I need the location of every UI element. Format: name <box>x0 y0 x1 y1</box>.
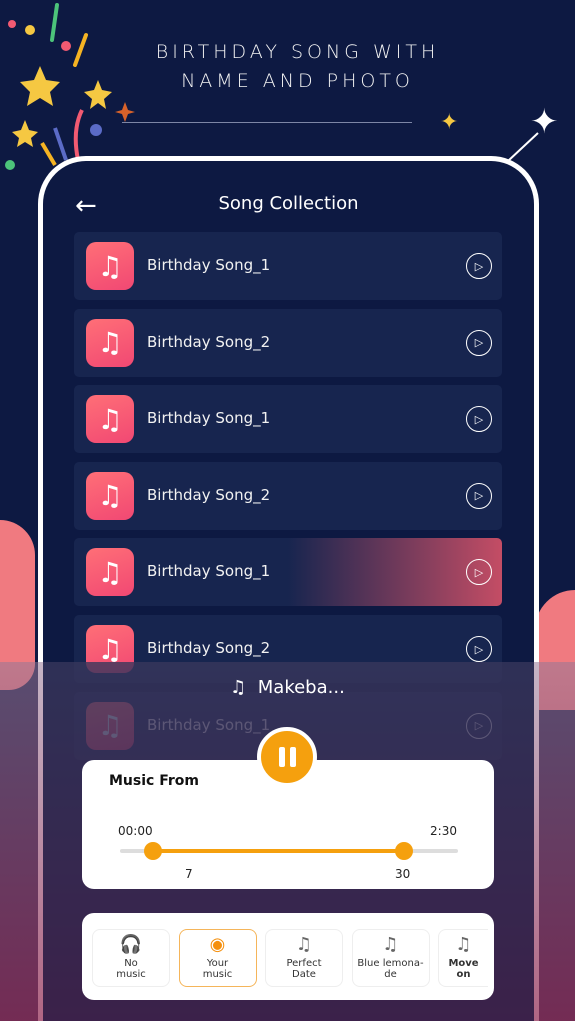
music-option[interactable]: ♫ Blue lemona-de <box>351 929 430 987</box>
page-title: Song Collection <box>218 193 359 214</box>
app-banner-title: BIRTHDAY SONG WITH NAME AND PHOTO <box>0 38 575 96</box>
song-name: Birthday Song_1 <box>147 409 271 428</box>
option-label: No <box>124 958 138 969</box>
music-from-label: Music From <box>109 773 199 789</box>
music-note-icon: ♫ <box>86 471 134 520</box>
option-label: Your <box>206 958 229 969</box>
range-fill <box>153 849 404 853</box>
play-icon[interactable]: ▷ <box>466 253 492 279</box>
song-list-item[interactable]: ♫ Birthday Song_1 ▷ <box>74 385 502 454</box>
range-end-handle[interactable] <box>394 842 413 860</box>
music-note-icon: ♫ <box>86 395 134 444</box>
divider <box>122 122 412 123</box>
option-label: on <box>456 969 471 980</box>
headphones-off-icon: 🎧 <box>119 934 143 955</box>
range-end-value: 30 <box>395 867 411 881</box>
banner-line-2: NAME AND PHOTO <box>181 70 414 92</box>
play-icon[interactable]: ▷ <box>466 329 492 356</box>
banner-line-1: BIRTHDAY SONG WITH <box>155 41 440 63</box>
music-options: 🎧 No music ◉ Your music ♫ Perfect Date ♫ Blue lemo… <box>82 913 494 1000</box>
range-start-value: 7 <box>185 867 193 881</box>
option-label: music <box>116 969 146 980</box>
music-note-icon: ♫ <box>455 934 472 955</box>
option-label: Blue lemona- <box>357 958 424 969</box>
play-icon[interactable]: ▷ <box>466 636 492 662</box>
option-label: Date <box>292 969 316 980</box>
song-name: Birthday Song_1 <box>147 256 271 274</box>
end-time: 2:30 <box>430 824 457 838</box>
song-list-item[interactable]: ♫ Birthday Song_1 ▷ <box>74 232 502 300</box>
start-time: 00:00 <box>118 824 153 838</box>
sparkle-icon: ✦ <box>440 110 459 135</box>
play-icon[interactable]: ▷ <box>466 406 492 433</box>
song-name: Birthday Song_2 <box>147 332 271 351</box>
song-list-item[interactable]: ♫ Birthday Song_2 ▷ <box>74 461 502 530</box>
music-option[interactable]: ♫ Move on <box>438 929 488 987</box>
music-option[interactable]: ♫ Perfect Date <box>265 929 343 987</box>
trim-range-slider[interactable] <box>120 842 458 860</box>
music-option[interactable]: 🎧 No music <box>92 929 170 987</box>
song-list-item[interactable]: ♫ Birthday Song_2 ▷ <box>74 308 502 377</box>
option-label: Perfect <box>286 958 322 969</box>
now-playing-title: Makeba... <box>257 677 345 698</box>
play-icon[interactable]: ▷ <box>466 559 492 586</box>
range-start-handle[interactable] <box>144 842 163 860</box>
music-note-icon: ♫ <box>230 677 247 698</box>
song-name: Birthday Song_2 <box>147 485 271 504</box>
song-name: Birthday Song_2 <box>147 639 271 657</box>
music-note-icon: ♫ <box>86 318 134 367</box>
song-name: Birthday Song_1 <box>147 562 271 581</box>
now-playing: ♫ Makeba... <box>0 677 575 698</box>
music-option[interactable]: ◉ Your music <box>178 929 257 987</box>
option-label: music <box>202 969 233 980</box>
play-icon[interactable]: ▷ <box>466 482 492 509</box>
music-note-icon: ♫ <box>382 934 399 955</box>
music-note-icon: ♫ <box>86 548 134 597</box>
option-label: de <box>384 969 397 980</box>
pause-button[interactable] <box>257 727 317 787</box>
song-list-item[interactable]: ♫ Birthday Song_1 ▷ <box>74 538 502 607</box>
music-note-icon: ♫ <box>295 934 313 955</box>
option-label: Move <box>448 958 479 969</box>
disc-icon: ◉ <box>209 934 226 955</box>
music-note-icon: ♫ <box>86 242 134 290</box>
